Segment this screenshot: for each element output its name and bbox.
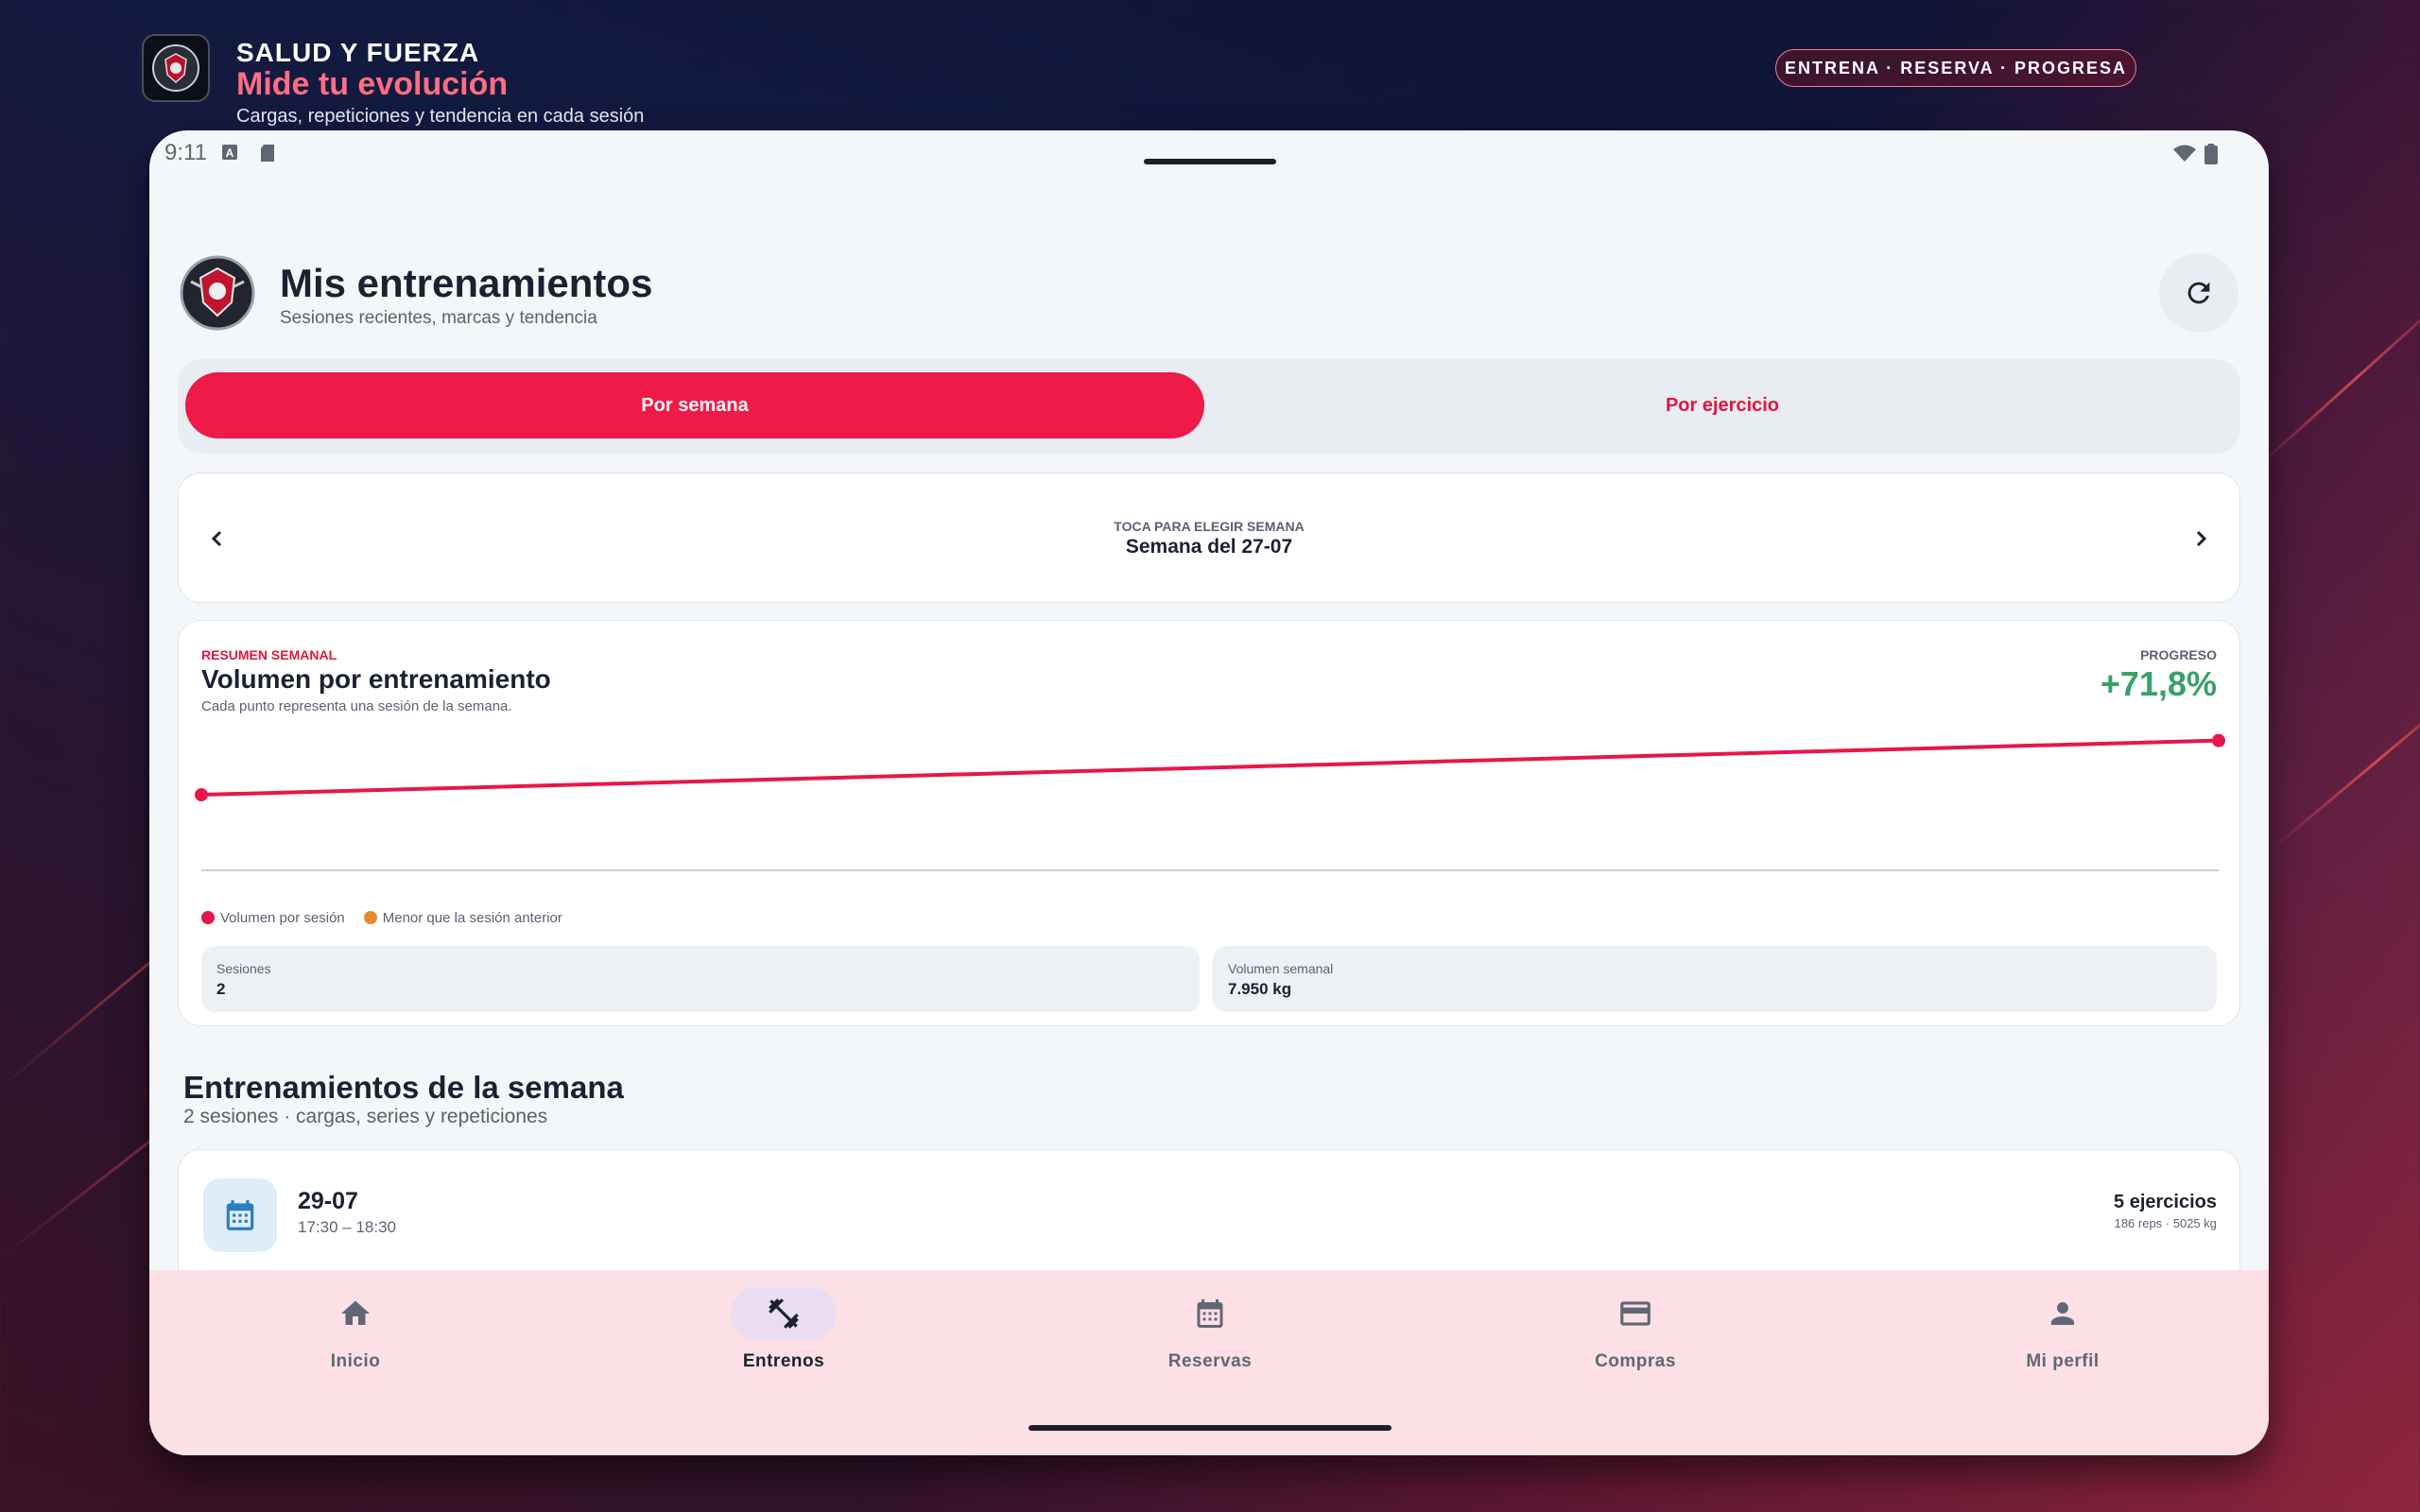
volume-data-point[interactable] <box>195 788 208 802</box>
refresh-icon <box>2187 282 2210 304</box>
legend-item-lower: Menor que la sesión anterior <box>363 910 562 926</box>
nav-icon-wrap <box>2010 1287 2116 1340</box>
tab-por-ejercicio[interactable]: Por ejercicio <box>1212 372 2233 438</box>
nav-item-mi-perfil[interactable]: Mi perfil <box>1949 1287 2176 1391</box>
page-subtitle: Sesiones recientes, marcas y tendencia <box>280 308 597 328</box>
weekly-summary-card: RESUMEN SEMANAL Volumen por entrenamient… <box>178 620 2240 1026</box>
session-details: 186 reps · 5025 kg <box>2114 1216 2217 1230</box>
background-streak <box>2268 668 2420 853</box>
stat-sessions-value: 2 <box>216 980 226 998</box>
gesture-home-bar <box>1028 1425 1392 1431</box>
legend-swatch-lower <box>363 911 377 924</box>
nav-label-mi-perfil: Mi perfil <box>2026 1351 2100 1371</box>
battery-icon <box>2204 144 2218 164</box>
wifi-icon <box>2173 145 2196 162</box>
tab-por-semana[interactable]: Por semana <box>185 372 1204 438</box>
camera-notch <box>1144 159 1276 164</box>
stat-volume-label: Volumen semanal <box>1228 961 1334 976</box>
person-icon <box>2051 1302 2074 1325</box>
nav-item-inicio[interactable]: Inicio <box>242 1287 469 1391</box>
refresh-button[interactable] <box>2159 253 2238 333</box>
credit-card-icon <box>1620 1301 1651 1326</box>
legend-item-volume: Volumen por sesión <box>201 910 345 926</box>
nav-label-inicio: Inicio <box>330 1351 381 1371</box>
calendar-icon <box>226 1200 254 1230</box>
shield-logo-icon <box>152 44 199 92</box>
legend-swatch-volume <box>201 911 215 924</box>
promo-brand: SALUD Y FUERZA <box>236 38 480 67</box>
volume-line-chart <box>195 733 2225 871</box>
calendar-icon <box>1197 1299 1223 1328</box>
brand-logo <box>142 34 210 102</box>
promo-title: Mide tu evolución <box>236 66 509 102</box>
nav-icon-wrap <box>302 1287 408 1340</box>
status-bar: 9:11 A <box>149 130 2269 172</box>
nav-icon-wrap <box>1157 1287 1263 1340</box>
nav-label-entrenos: Entrenos <box>742 1351 825 1371</box>
shield-logo-icon <box>180 255 255 331</box>
page-title: Mis entrenamientos <box>280 261 653 305</box>
nav-item-reservas[interactable]: Reservas <box>1097 1287 1323 1391</box>
nav-label-reservas: Reservas <box>1167 1351 1253 1371</box>
week-selector[interactable]: TOCA PARA ELEGIR SEMANA Semana del 27-07 <box>178 472 2240 603</box>
session-date: 29-07 <box>298 1188 358 1214</box>
promo-tagline-pill: ENTRENA · RESERVA · PROGRESA <box>1775 49 2136 87</box>
nav-label-compras: Compras <box>1595 1351 1676 1371</box>
week-hint: TOCA PARA ELEGIR SEMANA <box>1114 519 1305 534</box>
nav-icon-wrap <box>1582 1287 1688 1340</box>
session-date-badge <box>203 1178 277 1252</box>
nav-item-entrenos[interactable]: Entrenos <box>670 1287 897 1391</box>
status-time: 9:11 <box>164 140 207 165</box>
keyboard-indicator-icon: A <box>222 145 237 160</box>
nav-icon-wrap <box>731 1287 837 1340</box>
week-sessions-title: Entrenamientos de la semana <box>183 1070 624 1105</box>
volume-series-line <box>200 738 2220 798</box>
tablet-screen: 9:11 A Mis entrenamientos Sesiones recie… <box>149 130 2269 1455</box>
stat-weekly-volume: Volumen semanal 7.950 kg <box>1213 946 2217 1012</box>
promo-subtitle: Cargas, repeticiones y tendencia en cada… <box>236 106 645 127</box>
sd-card-icon <box>261 145 274 162</box>
svg-text:A: A <box>226 146 234 160</box>
volume-data-point[interactable] <box>2212 733 2225 747</box>
week-label[interactable]: Semana del 27-07 <box>179 536 2239 558</box>
next-week-button[interactable] <box>2177 515 2224 562</box>
stat-sessions-label: Sesiones <box>216 961 271 976</box>
chevron-right-icon <box>2196 530 2207 547</box>
background-streak <box>2248 283 2420 475</box>
session-exercises: 5 ejercicios <box>2114 1192 2217 1212</box>
legend-label-lower: Menor que la sesión anterior <box>382 910 562 926</box>
week-sessions-subtitle: 2 sesiones · cargas, series y repeticion… <box>183 1106 548 1127</box>
session-time: 17:30 – 18:30 <box>298 1218 396 1236</box>
gym-logo <box>178 253 257 333</box>
legend-label-volume: Volumen por sesión <box>220 910 345 926</box>
view-segmented-control: Por semana Por ejercicio <box>178 359 2240 454</box>
stat-volume-value: 7.950 kg <box>1228 980 1292 998</box>
stat-sessions: Sesiones 2 <box>201 946 1200 1012</box>
dumbbell-icon <box>769 1298 799 1329</box>
home-icon <box>341 1300 370 1325</box>
chart-legend: Volumen por sesión Menor que la sesión a… <box>201 910 562 926</box>
nav-item-compras[interactable]: Compras <box>1522 1287 1749 1391</box>
